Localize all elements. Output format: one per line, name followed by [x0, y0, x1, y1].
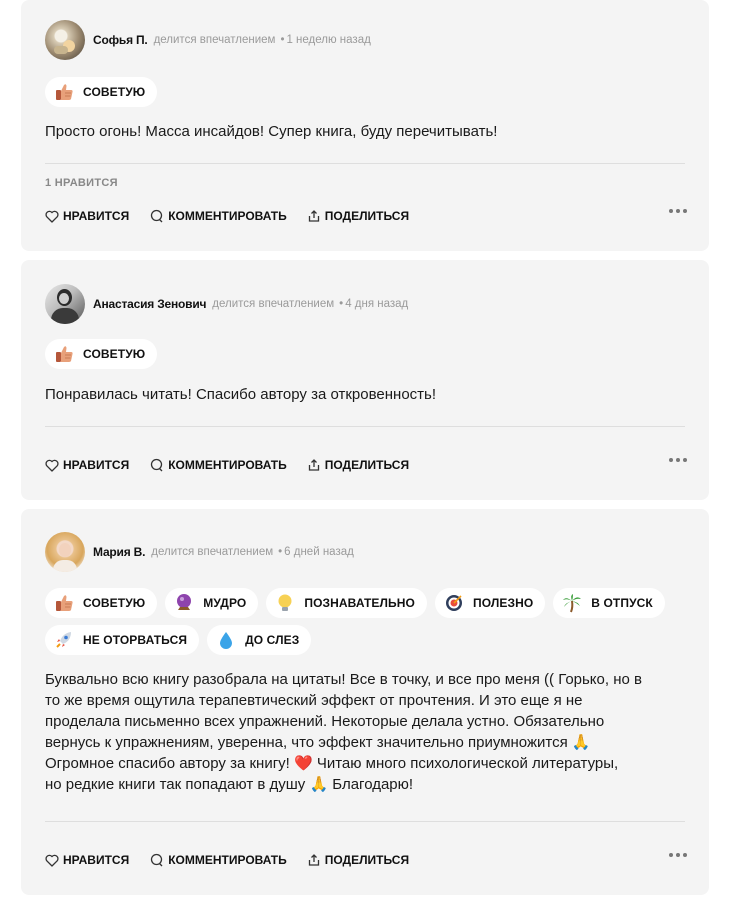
heart-icon [45, 459, 59, 472]
meta-separator: • [280, 34, 285, 46]
share-button[interactable]: ПОДЕЛИТЬСЯ [307, 209, 409, 223]
like-button[interactable]: НРАВИТСЯ [45, 458, 129, 472]
like-label: НРАВИТСЯ [63, 458, 130, 472]
more-options-icon[interactable] [669, 458, 687, 462]
review-actions: НРАВИТСЯ КОММЕНТИРОВАТЬ ПОДЕЛИТЬСЯ [45, 455, 687, 475]
review-text: Понравилась читать! Спасибо автору за от… [45, 386, 437, 403]
divider [45, 426, 685, 427]
author-name[interactable]: Анастасия Зенович [93, 297, 206, 311]
like-label: НРАВИТСЯ [63, 209, 130, 223]
meta-separator: • [278, 546, 283, 558]
meta-separator: • [339, 298, 344, 310]
review-actions: НРАВИТСЯ КОММЕНТИРОВАТЬ ПОДЕЛИТЬСЯ [45, 850, 687, 870]
likes-count[interactable]: 1 НРАВИТСЯ [45, 177, 118, 189]
review-text-line: проделала письменно всех упражнений. Нек… [45, 713, 605, 730]
like-button[interactable]: НРАВИТСЯ [45, 209, 129, 223]
review-time: 6 дней назад [284, 546, 354, 558]
tag-label: ДО СЛЕЗ [245, 633, 300, 647]
avatar[interactable] [45, 284, 85, 324]
review-action: делится впечатлением [212, 298, 335, 310]
comment-button[interactable]: КОММЕНТИРОВАТЬ [149, 209, 287, 223]
comment-button[interactable]: КОММЕНТИРОВАТЬ [149, 853, 287, 867]
tag-label: ПОЗНАВАТЕЛЬНО [304, 596, 415, 610]
heart-icon [45, 854, 59, 867]
share-label: ПОДЕЛИТЬСЯ [324, 209, 410, 223]
divider [45, 821, 685, 822]
review-text-line: Огромное спасибо автору за книгу! ❤️ Чит… [45, 755, 619, 772]
review-text: Просто огонь! Масса инсайдов! Супер книг… [45, 123, 498, 140]
review-header: Мария В. делится впечатлением • 6 дней н… [45, 532, 354, 572]
tag-label: СОВЕТУЮ [83, 347, 146, 361]
share-label: ПОДЕЛИТЬСЯ [324, 458, 410, 472]
tag-label: СОВЕТУЮ [83, 85, 146, 99]
author-name[interactable]: Софья П. [93, 33, 148, 47]
rocket-icon [53, 629, 75, 651]
share-icon [308, 210, 319, 222]
tag-label: В ОТПУСК [591, 596, 653, 610]
review-time: 4 дня назад [345, 298, 409, 310]
review-card: Мария В. делится впечатлением • 6 дней н… [21, 509, 709, 895]
tag-vacation[interactable]: В ОТПУСК [553, 588, 665, 618]
more-options-icon[interactable] [669, 853, 687, 857]
tag-unputdownable[interactable]: НЕ ОТОРВАТЬСЯ [45, 625, 200, 655]
tag-informative[interactable]: ПОЗНАВАТЕЛЬНО [266, 588, 427, 618]
review-text-line: но редкие книги так попадают в душу 🙏 Бл… [45, 776, 414, 793]
comment-icon [151, 209, 163, 223]
tag-to-tears[interactable]: ДО СЛЕЗ [207, 625, 312, 655]
review-header: Софья П. делится впечатлением • 1 неделю… [45, 20, 371, 60]
tag-useful[interactable]: ПОЛЕЗНО [434, 588, 546, 618]
review-header: Анастасия Зенович делится впечатлением •… [45, 284, 408, 324]
share-label: ПОДЕЛИТЬСЯ [324, 853, 410, 867]
review-card: Анастасия Зенович делится впечатлением •… [21, 260, 709, 500]
like-button[interactable]: НРАВИТСЯ [45, 853, 129, 867]
review-text-line: вернусь к упражнениям, уверенна, что эфф… [45, 734, 591, 751]
thumbs-up-icon [53, 592, 75, 614]
review-time: 1 неделю назад [286, 34, 371, 46]
review-action: делится впечатлением [151, 546, 274, 558]
comment-button[interactable]: КОММЕНТИРОВАТЬ [149, 458, 287, 472]
tags-list: СОВЕТУЮ [45, 339, 685, 376]
review-card: Софья П. делится впечатлением • 1 неделю… [21, 0, 709, 251]
share-button[interactable]: ПОДЕЛИТЬСЯ [307, 458, 409, 472]
like-label: НРАВИТСЯ [63, 853, 130, 867]
tag-label: НЕ ОТОРВАТЬСЯ [83, 633, 188, 647]
tags-list: СОВЕТУЮ МУДРО ПОЗНАВАТЕЛЬНО ПОЛЕЗНО В ОТ… [45, 588, 685, 662]
share-icon [308, 854, 319, 866]
tags-list: СОВЕТУЮ [45, 77, 685, 114]
tag-recommend[interactable]: СОВЕТУЮ [45, 77, 158, 107]
thumbs-up-icon [53, 343, 75, 365]
tag-recommend[interactable]: СОВЕТУЮ [45, 339, 158, 369]
share-button[interactable]: ПОДЕЛИТЬСЯ [307, 853, 409, 867]
thumbs-up-icon [53, 81, 75, 103]
tag-recommend[interactable]: СОВЕТУЮ [45, 588, 158, 618]
avatar[interactable] [45, 532, 85, 572]
droplet-icon [215, 629, 237, 651]
palm-tree-icon [561, 592, 583, 614]
review-actions: НРАВИТСЯ КОММЕНТИРОВАТЬ ПОДЕЛИТЬСЯ [45, 206, 687, 226]
tag-wise[interactable]: МУДРО [165, 588, 259, 618]
comment-icon [151, 853, 163, 867]
crystal-ball-icon [173, 592, 195, 614]
comment-icon [151, 458, 163, 472]
share-icon [308, 459, 319, 471]
light-bulb-icon [274, 592, 296, 614]
tag-label: СОВЕТУЮ [83, 596, 146, 610]
author-name[interactable]: Мария В. [93, 545, 145, 559]
review-text: Буквально всю книгу разобрала на цитаты!… [45, 669, 695, 795]
more-options-icon[interactable] [669, 209, 687, 213]
comment-label: КОММЕНТИРОВАТЬ [168, 209, 287, 223]
review-action: делится впечатлением [153, 34, 276, 46]
avatar[interactable] [45, 20, 85, 60]
comment-label: КОММЕНТИРОВАТЬ [168, 853, 287, 867]
comment-label: КОММЕНТИРОВАТЬ [168, 458, 287, 472]
tag-label: ПОЛЕЗНО [472, 596, 534, 610]
tag-label: МУДРО [203, 596, 247, 610]
target-icon [443, 592, 465, 614]
review-text-line: то же время ощутила терапевтический эффе… [45, 692, 583, 709]
heart-icon [45, 210, 59, 223]
review-text-line: Буквально всю книгу разобрала на цитаты!… [45, 671, 642, 688]
divider [45, 163, 685, 164]
